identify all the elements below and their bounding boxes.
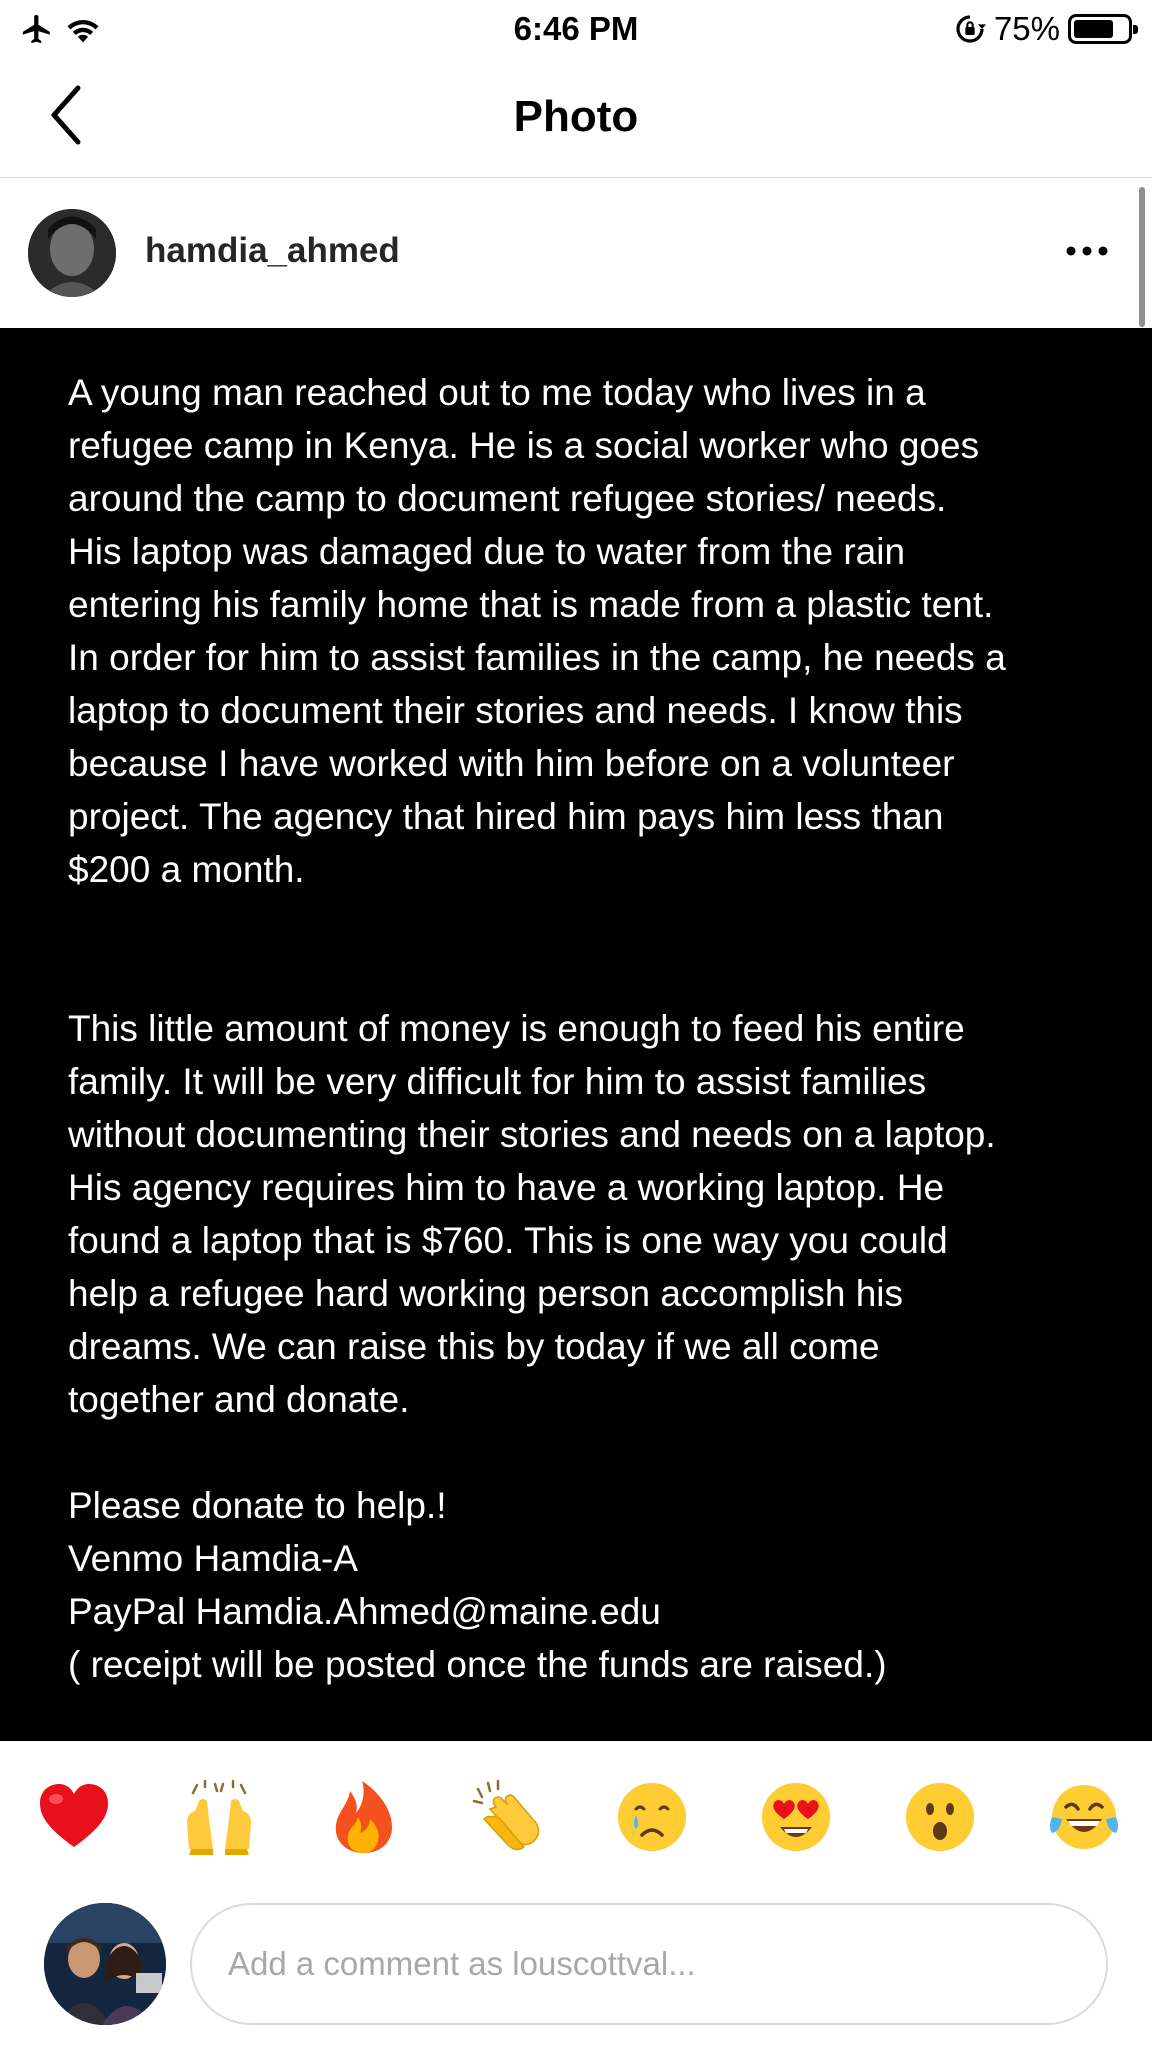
fire-icon[interactable] [326,1779,402,1855]
surprised-face-icon[interactable] [902,1779,978,1855]
comment-input[interactable] [190,1903,1108,2025]
post-image-text: A young man reached out to me today who … [68,366,1128,1691]
post-paragraph-3: Please donate to help.! Venmo Hamdia-A P… [68,1485,887,1685]
orientation-lock-icon [956,15,986,43]
commenter-avatar-image [44,1903,166,2025]
commenter-avatar[interactable] [44,1903,166,2025]
avatar-image [28,209,116,297]
battery-percent: 75% [993,10,1060,47]
raising-hands-icon[interactable] [181,1779,257,1855]
more-options-button[interactable] [1062,236,1112,266]
red-heart-icon[interactable] [36,1779,112,1855]
status-bar: 6:46 PM 75% [0,0,1152,58]
battery-fill [1074,20,1113,38]
more-horizontal-icon [1066,246,1108,256]
nav-bar: Photo [0,58,1152,178]
status-right-icons: 75% [954,10,1138,48]
battery-icon [1068,14,1138,44]
clapping-hands-icon[interactable] [470,1779,546,1855]
battery-nub [1133,25,1138,34]
post-username[interactable]: hamdia_ahmed [145,231,400,271]
avatar[interactable] [28,209,116,297]
scrollbar[interactable] [1139,187,1145,327]
page-title: Photo [513,92,639,141]
heart-eyes-face-icon[interactable] [758,1779,834,1855]
crying-face-icon[interactable] [614,1779,690,1855]
tears-of-joy-face-icon[interactable] [1046,1779,1122,1855]
comment-bar [0,1891,1152,2048]
post-header: hamdia_ahmed [0,178,1152,328]
quick-reactions-bar [0,1741,1152,1891]
post-paragraph-1: A young man reached out to me today who … [68,372,1006,890]
post-paragraph-2: This little amount of money is enough to… [68,1008,996,1420]
post-image[interactable]: A young man reached out to me today who … [0,328,1152,1741]
